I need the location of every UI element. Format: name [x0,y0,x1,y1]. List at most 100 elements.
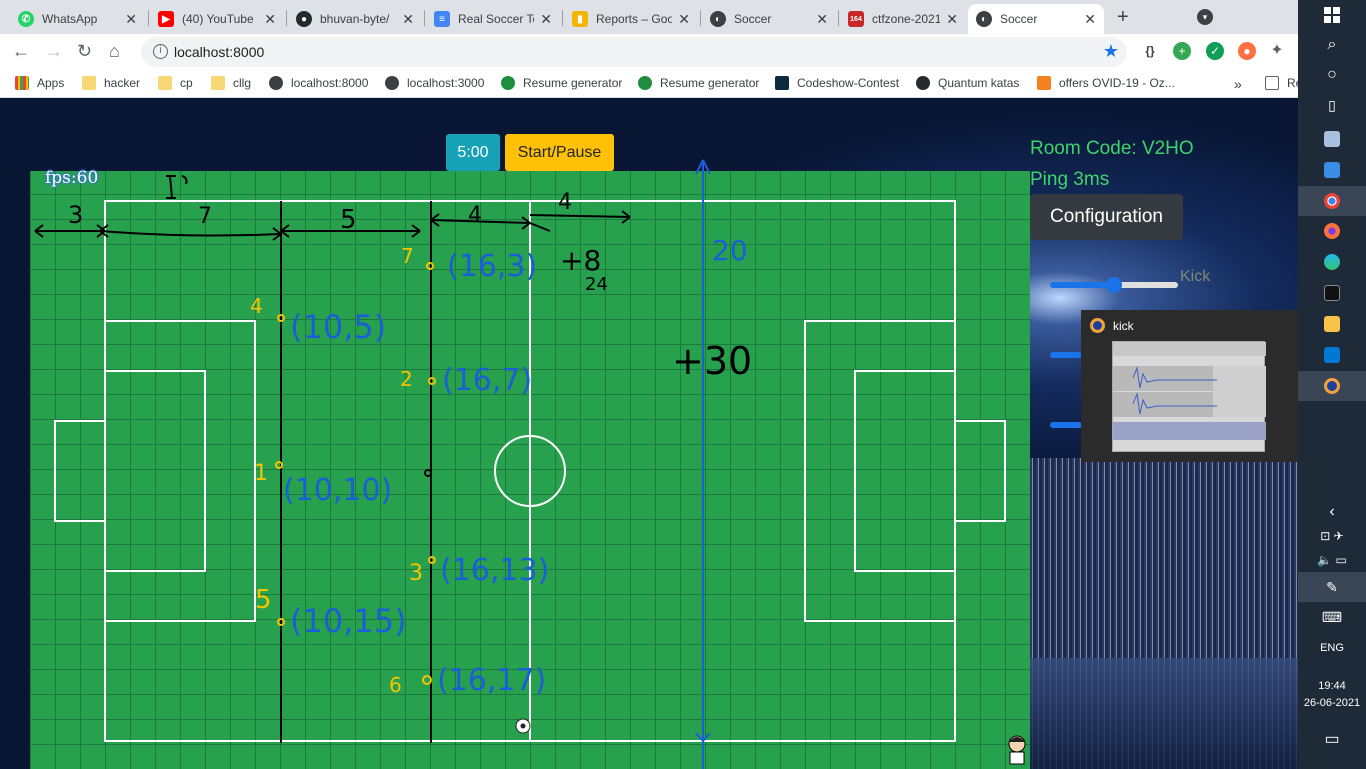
taskbar-app-vscode[interactable] [1298,340,1366,370]
close-icon[interactable]: ✕ [1084,11,1096,28]
bookmark-star-icon[interactable]: ★ [1103,41,1119,62]
bookmark-label: Codeshow-Contest [797,76,900,90]
windows-taskbar: ⌕ ○ ▯ ‹ ⊡ ✈ 🔈 ▭ ✎ ⌨ ENG 19:44 26-06-2021… [1298,0,1366,769]
taskbar-app-explorer[interactable] [1298,309,1366,339]
tab-soccer-1[interactable]: ◐ Soccer ✕ [702,4,836,34]
player-number: 7 [401,244,414,268]
new-tab-button[interactable]: + [1117,6,1129,29]
taskbar-app-terminal[interactable] [1298,278,1366,308]
tab-youtube[interactable]: ▶ (40) YouTube ✕ [150,4,284,34]
notification-center-icon[interactable]: ▭ [1298,724,1366,754]
close-icon[interactable]: ✕ [402,11,414,28]
task-view-icon[interactable]: ▯ [1298,90,1366,120]
tab-whatsapp[interactable]: ✆ WhatsApp ✕ [10,4,145,34]
keyboard-icon[interactable]: ⌨ [1298,602,1366,632]
cortana-icon[interactable]: ○ [1298,60,1366,90]
right-goal [954,420,1006,522]
close-icon[interactable]: ✕ [946,11,958,28]
terminal-icon [1324,285,1340,301]
right-penalty-box [804,320,956,622]
slider-thumb[interactable] [1106,277,1122,293]
tab-label: Soccer [734,12,772,26]
shield-extension-icon[interactable]: ✓ [1206,42,1224,60]
player-coord: (10,15) [290,602,407,640]
kick-slider[interactable] [1050,277,1178,293]
start-button[interactable] [1298,0,1366,30]
bookmark-label: Quantum katas [938,76,1020,90]
close-icon[interactable]: ✕ [678,11,690,28]
bookmark-codeshow[interactable]: Codeshow-Contest [775,76,899,90]
forward-button[interactable]: → [45,41,63,62]
add-extension-icon[interactable]: + [1173,42,1191,60]
bookmark-quantum-katas[interactable]: Quantum katas [916,76,1019,90]
close-icon[interactable]: ✕ [264,11,276,28]
preview-thumbnail[interactable] [1112,341,1266,452]
tab-label: Reports – Goo [596,12,673,26]
tab-soccer-active[interactable]: ◐ Soccer ✕ [968,4,1104,34]
globe-icon: ◐ [710,11,726,27]
reading-list-icon [1265,76,1279,90]
bookmark-folder-cllg[interactable]: cllg [211,76,251,90]
bookmark-offers[interactable]: offers OVID-19 - Oz... [1037,76,1175,90]
slider-track-3[interactable] [1050,422,1082,428]
bookmark-resume-1[interactable]: Resume generator [501,76,622,90]
taskbar-app-firefox[interactable] [1298,216,1366,246]
reading-list[interactable]: Re [1265,76,1302,90]
pen-icon[interactable]: ✎ [1298,572,1366,602]
slider-track-2[interactable] [1050,352,1082,358]
home-button[interactable]: ⌂ [109,41,120,62]
info-icon[interactable]: i [153,44,168,59]
close-icon[interactable]: ✕ [540,11,552,28]
tab-docs[interactable]: ≡ Real Soccer To ✕ [426,4,560,34]
tab-separator [838,10,839,26]
folder-icon [82,76,96,90]
youtube-icon: ▶ [158,11,174,27]
url-text: localhost:8000 [174,44,265,60]
tab-ctfzone[interactable]: 164 ctfzone-2021 ✕ [840,4,966,34]
clock-date[interactable]: 26-06-2021 [1298,697,1366,709]
bookmark-resume-2[interactable]: Resume generator [638,76,759,90]
globe-icon: ◐ [976,11,992,27]
taskbar-app-chrome[interactable] [1298,186,1366,216]
language-indicator[interactable]: ENG [1298,642,1366,654]
clock-time[interactable]: 19:44 [1298,680,1366,692]
json-extension-icon[interactable]: {} [1141,42,1159,60]
player-coord: (16,7) [442,363,532,398]
dim-label-20: 20 [712,234,748,267]
tab-label: Real Soccer To [458,12,535,26]
close-icon[interactable]: ✕ [125,11,137,28]
search-icon[interactable]: ⌕ [1298,30,1366,60]
configuration-button[interactable]: Configuration [1030,194,1183,240]
kick-label: Kick [1180,268,1211,285]
tampermonkey-icon[interactable]: ● [1238,42,1256,60]
taskbar-app-photos[interactable] [1298,124,1366,154]
dim-label-plus30: +30 [672,339,752,383]
extensions-puzzle-icon[interactable]: ✦ [1268,42,1286,60]
dim-label-plus8: +8 [560,244,601,277]
tab-search-icon[interactable]: ▾ [1197,9,1213,25]
volume-battery-icons[interactable]: 🔈 ▭ [1298,545,1366,575]
bookmark-folder-hacker[interactable]: hacker [82,76,140,90]
close-icon[interactable]: ✕ [816,11,828,28]
bookmark-localhost-3000[interactable]: localhost:3000 [385,76,484,90]
github-icon [916,76,930,90]
tab-analytics[interactable]: ▮ Reports – Goo ✕ [564,4,698,34]
bookmarks-overflow-button[interactable]: » [1234,76,1242,92]
taskbar-app-edge[interactable] [1298,247,1366,277]
taskbar-app-display[interactable] [1298,155,1366,185]
bookmark-apps[interactable]: Apps [15,76,64,90]
bookmark-label: cllg [233,76,252,90]
bookmark-localhost-8000[interactable]: localhost:8000 [269,76,368,90]
bookmark-label: Apps [37,76,65,90]
taskbar-app-audacity[interactable] [1298,371,1366,401]
tab-github[interactable]: ● bhuvan-byte/ ✕ [288,4,422,34]
back-button[interactable]: ← [12,41,30,62]
taskbar-preview-window[interactable]: kick [1081,310,1298,462]
tab-label: ctfzone-2021 [872,12,941,26]
reload-button[interactable]: ↻ [77,41,92,62]
bookmark-folder-cp[interactable]: cp [158,76,193,90]
tab-separator [148,10,149,26]
code-icon [775,76,789,90]
dim-arrow-4b [529,210,631,232]
address-bar[interactable]: i localhost:8000 ★ [141,37,1127,67]
